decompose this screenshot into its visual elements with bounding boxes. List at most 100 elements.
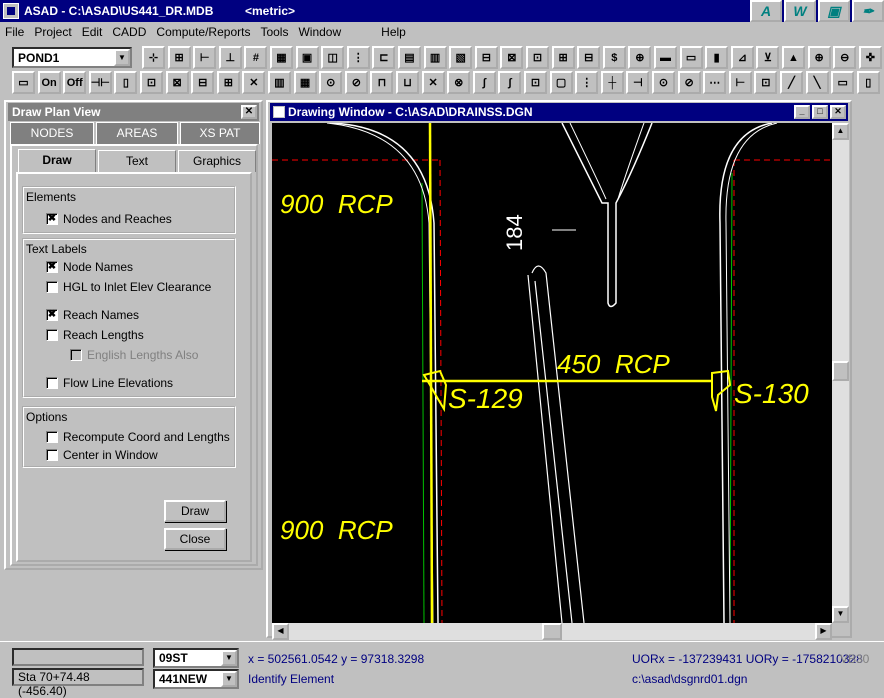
checkbox-nodes-and-reaches[interactable]: ✖ Nodes and Reaches — [46, 212, 172, 226]
tool-w-icon[interactable]: W — [784, 0, 816, 22]
bracket-icon[interactable]: ⊏ — [372, 46, 396, 69]
close-icon[interactable]: ✕ — [830, 105, 846, 119]
rect-icon[interactable]: ▭ — [679, 46, 703, 69]
toolbar-r2-34-icon[interactable]: ▯ — [856, 71, 880, 94]
checkbox-flow-line-elevations[interactable]: Flow Line Elevations — [46, 376, 173, 390]
checkbox-node-names[interactable]: ✖ Node Names — [46, 260, 133, 274]
menu-file[interactable]: File — [0, 25, 29, 39]
scroll-left-icon[interactable]: ◀ — [272, 623, 289, 640]
slope-icon[interactable]: ⊿ — [730, 46, 754, 69]
toolbar-r2-7-icon[interactable]: ⊠ — [165, 71, 189, 94]
document-icon[interactable] — [273, 106, 285, 118]
toolbar-r2-31-icon[interactable]: ╱ — [780, 71, 803, 94]
block-icon[interactable]: ▮ — [705, 46, 729, 69]
table-icon[interactable]: ▦ — [270, 46, 293, 69]
toolbar-r2-22-icon[interactable]: ▢ — [549, 71, 573, 94]
toolbar-r2-2-icon[interactable]: On — [37, 71, 61, 94]
pan-icon[interactable]: ✜ — [858, 46, 882, 69]
tab-xs-pat[interactable]: XS PAT — [180, 122, 260, 144]
menu-window[interactable]: Window — [293, 25, 346, 39]
zoom-in-icon[interactable]: ⊕ — [807, 46, 831, 69]
scroll-down-icon[interactable]: ▼ — [832, 606, 849, 623]
cad-drawing[interactable]: 900 RCP 900 RCP 450 RCP S-129 S-130 184 — [272, 123, 832, 623]
triangle-icon[interactable]: ▲ — [782, 46, 805, 69]
maximize-icon[interactable]: □ — [812, 105, 828, 119]
toolbar-r2-5-icon[interactable]: ▯ — [114, 71, 138, 94]
minimize-icon[interactable]: _ — [794, 105, 810, 119]
checkbox-box[interactable] — [46, 377, 58, 389]
menu-edit[interactable]: Edit — [77, 25, 108, 39]
cad-canvas[interactable]: 900 RCP 900 RCP 450 RCP S-129 S-130 184 — [272, 123, 832, 623]
tab-text[interactable]: Text — [98, 150, 176, 172]
toolbar-r2-19-icon[interactable]: ∫ — [472, 71, 496, 94]
checkbox-reach-lengths[interactable]: Reach Lengths — [46, 328, 144, 342]
toolbar-r2-30-icon[interactable]: ⊡ — [754, 71, 778, 94]
checkbox-box[interactable] — [46, 449, 58, 461]
checkbox-box[interactable] — [46, 281, 58, 293]
layer-combo-2[interactable]: 441NEW ▼ — [153, 669, 239, 689]
toolbar-r2-4-icon[interactable]: ⊣⊢ — [88, 71, 112, 94]
inlet-icon[interactable]: ⊕ — [628, 46, 652, 69]
bar-icon[interactable]: ▬ — [654, 46, 677, 69]
hatch-icon[interactable]: ▧ — [449, 46, 473, 69]
toolbar-r2-10-icon[interactable]: ✕ — [242, 71, 266, 94]
tool-a-icon[interactable]: A — [750, 0, 782, 22]
close-button[interactable]: Close — [164, 528, 226, 550]
toolbar-r2-23-icon[interactable]: ⋮ — [575, 71, 599, 94]
toolbar-r2-11-icon[interactable]: ▥ — [268, 71, 291, 94]
checkbox-box[interactable]: ✖ — [46, 261, 58, 273]
checkbox-box[interactable] — [46, 329, 58, 341]
checkbox-recompute-coords[interactable]: Recompute Coord and Lengths — [46, 430, 230, 444]
toolbar-r2-13-icon[interactable]: ⊙ — [319, 71, 343, 94]
toolbar-r2-16-icon[interactable]: ⊔ — [396, 71, 419, 94]
toolbar-r2-17-icon[interactable]: ✕ — [421, 71, 445, 94]
scroll-thumb[interactable] — [542, 623, 562, 640]
chevron-down-icon[interactable]: ▼ — [221, 671, 237, 687]
profile-icon[interactable]: ⊟ — [577, 46, 601, 69]
drop-icon[interactable]: ⊻ — [756, 46, 780, 69]
hash-icon[interactable]: # — [244, 46, 268, 69]
toolbar-r2-28-icon[interactable]: ⋯ — [703, 71, 727, 94]
menu-cadd[interactable]: CADD — [107, 25, 151, 39]
select-icon[interactable]: ⊡ — [526, 46, 549, 69]
toolbar-r2-8-icon[interactable]: ⊟ — [191, 71, 215, 94]
tool-window-icon[interactable]: ▣ — [818, 0, 850, 22]
checkbox-center-in-window[interactable]: Center in Window — [46, 448, 158, 462]
toolbar-r2-27-icon[interactable]: ⊘ — [677, 71, 701, 94]
toolbar-r2-15-icon[interactable]: ⊓ — [370, 71, 394, 94]
toolbar-r2-6-icon[interactable]: ⊡ — [140, 71, 163, 94]
chevron-down-icon[interactable]: ▼ — [114, 49, 130, 66]
toolbar-r2-18-icon[interactable]: ⊗ — [447, 71, 471, 94]
draw-button[interactable]: Draw — [164, 500, 226, 522]
menu-tools[interactable]: Tools — [255, 25, 293, 39]
plot-icon[interactable]: ⊞ — [551, 46, 575, 69]
checkbox-box[interactable]: ✖ — [46, 309, 58, 321]
toolbar-r2-1-icon[interactable]: ▭ — [12, 71, 35, 94]
box-icon[interactable]: ⊠ — [500, 46, 524, 69]
scroll-right-icon[interactable]: ▶ — [815, 623, 832, 640]
toolbar-r2-24-icon[interactable]: ┼ — [600, 71, 624, 94]
stake-icon[interactable]: ⊹ — [142, 46, 165, 69]
grid-icon[interactable]: ⊞ — [167, 46, 191, 69]
frame-icon[interactable]: ⊟ — [474, 46, 498, 69]
toolbar-r2-33-icon[interactable]: ▭ — [831, 71, 855, 94]
toolbar-r2-9-icon[interactable]: ⊞ — [216, 71, 240, 94]
toolbar-r2-32-icon[interactable]: ╲ — [805, 71, 829, 94]
tab-graphics[interactable]: Graphics — [178, 150, 256, 172]
toolbar-r2-21-icon[interactable]: ⊡ — [524, 71, 547, 94]
checkbox-box[interactable]: ✖ — [46, 213, 58, 225]
view-icon[interactable]: ▣ — [295, 46, 319, 69]
checkbox-reach-names[interactable]: ✖ Reach Names — [46, 308, 139, 322]
tab-areas[interactable]: AREAS — [96, 122, 178, 144]
window-icon[interactable]: ◫ — [321, 46, 345, 69]
menu-compute-reports[interactable]: Compute/Reports — [151, 25, 255, 39]
toolbar-r2-26-icon[interactable]: ⊙ — [652, 71, 675, 94]
horizontal-scrollbar[interactable]: ◀ ▶ — [272, 623, 832, 640]
list-icon[interactable]: ⋮ — [346, 46, 370, 69]
toolbar-r2-20-icon[interactable]: ∫ — [498, 71, 522, 94]
pond-select[interactable]: POND1 ▼ — [12, 47, 132, 68]
menu-help[interactable]: Help — [376, 25, 411, 39]
node-icon[interactable]: ⊢ — [193, 46, 217, 69]
layer-combo-1[interactable]: 09ST ▼ — [153, 648, 239, 668]
tool-pen-icon[interactable]: ✒ — [852, 0, 884, 22]
